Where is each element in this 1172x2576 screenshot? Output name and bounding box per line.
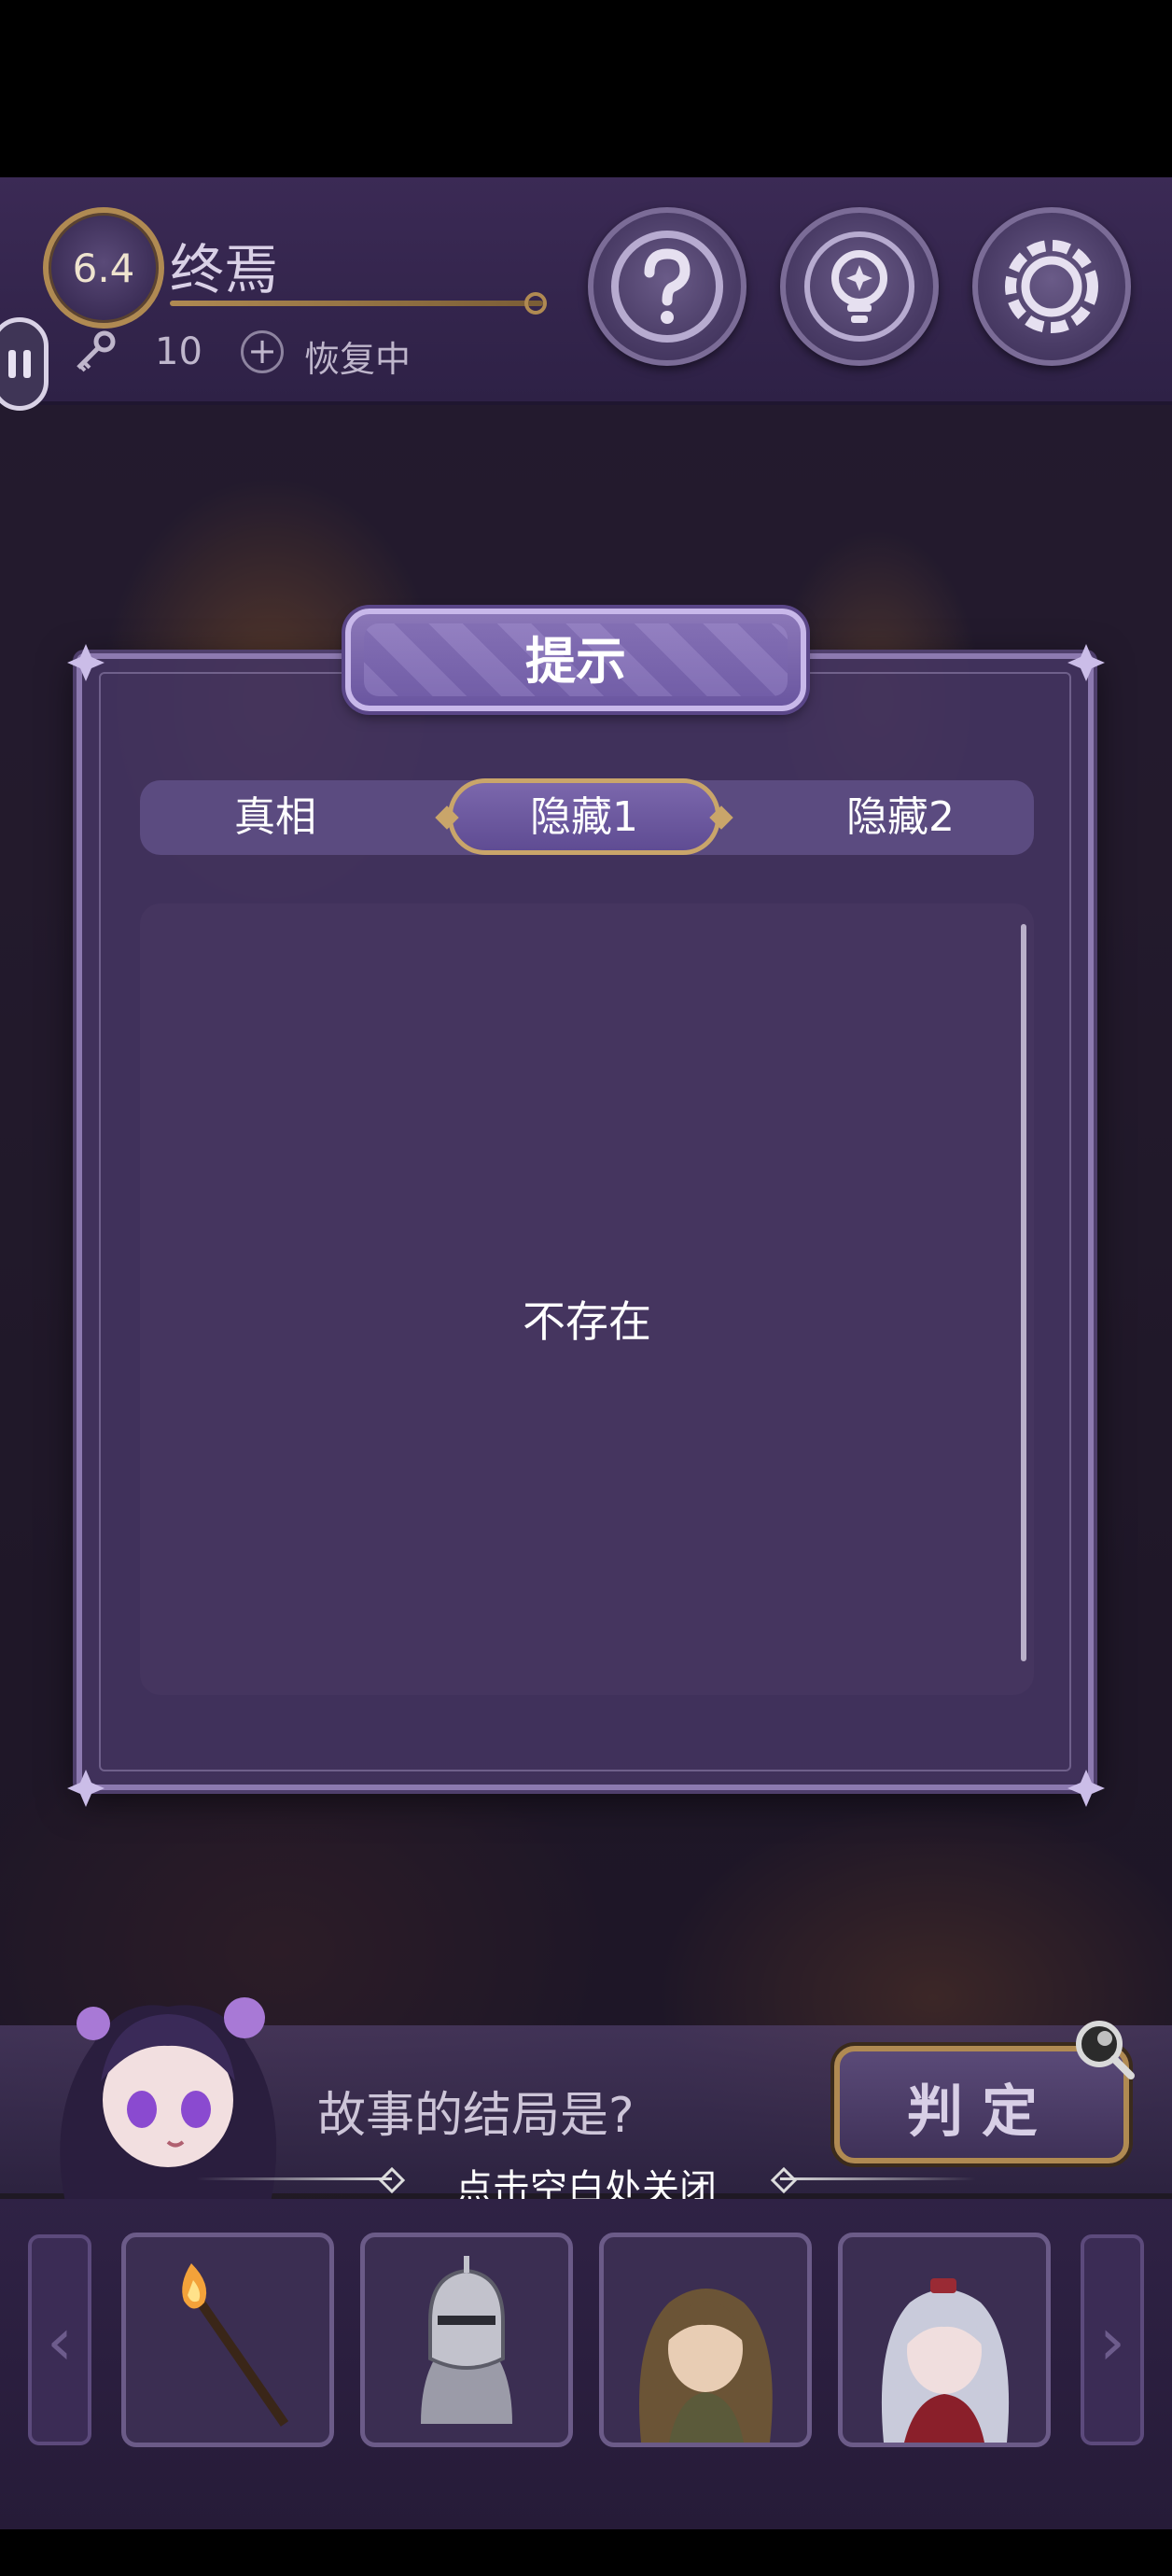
plus-icon: +	[247, 330, 277, 371]
modal-title: 提示	[525, 632, 626, 691]
tab-hidden2[interactable]: 隐藏2	[765, 780, 1036, 855]
scroll-left-button[interactable]: ‹	[28, 2234, 91, 2445]
gear-icon	[1005, 240, 1098, 333]
level-number: 6.4	[72, 245, 135, 291]
help-button[interactable]	[588, 207, 746, 366]
status-bar	[0, 0, 1172, 177]
corner-ornament-icon	[67, 1770, 105, 1807]
chevron-right-icon: ›	[1099, 2303, 1125, 2380]
scroll-right-button[interactable]: ›	[1081, 2234, 1144, 2445]
side-menu-handle[interactable]	[0, 317, 49, 411]
corner-ornament-icon	[1067, 644, 1105, 681]
pause-bar-icon	[23, 350, 31, 378]
navigation-bar	[0, 2529, 1172, 2576]
key-icon	[77, 330, 116, 372]
item-slot-long-hair-character[interactable]	[599, 2233, 812, 2447]
hint-button[interactable]	[780, 207, 939, 366]
corner-ornament-icon	[67, 644, 105, 681]
key-count: 10	[155, 330, 202, 373]
recover-status: 恢复中	[304, 339, 412, 380]
torch-icon	[182, 2263, 289, 2427]
hint-content-text: 不存在	[523, 1296, 651, 1347]
character-portrait-icon	[639, 2289, 773, 2443]
chevron-left-icon: ‹	[47, 2303, 73, 2380]
item-slot-knight[interactable]	[360, 2233, 573, 2447]
corner-ornament-icon	[1067, 1770, 1105, 1807]
title-underline-ornament	[524, 292, 547, 315]
add-keys-button[interactable]: +	[241, 330, 284, 373]
pause-bar-icon	[8, 350, 16, 378]
divider-line	[780, 2177, 976, 2180]
question-icon	[611, 231, 723, 343]
lightbulb-icon	[804, 231, 914, 342]
item-slot-silver-hair-character[interactable]	[838, 2233, 1051, 2447]
ending-question: 故事的结局是?	[317, 2088, 635, 2144]
chapter-title: 终焉	[170, 238, 279, 301]
settings-button[interactable]	[972, 207, 1131, 366]
level-badge: 6.4	[43, 207, 164, 329]
item-slot-torch[interactable]	[121, 2233, 334, 2447]
knight-helmet-icon	[421, 2256, 512, 2424]
tab-truth[interactable]: 真相	[140, 780, 411, 855]
tab-hidden1[interactable]: 隐藏1	[448, 780, 720, 855]
magnifier-icon	[1076, 2021, 1135, 2079]
character-portrait-icon	[881, 2278, 1010, 2443]
title-underline	[170, 301, 543, 306]
